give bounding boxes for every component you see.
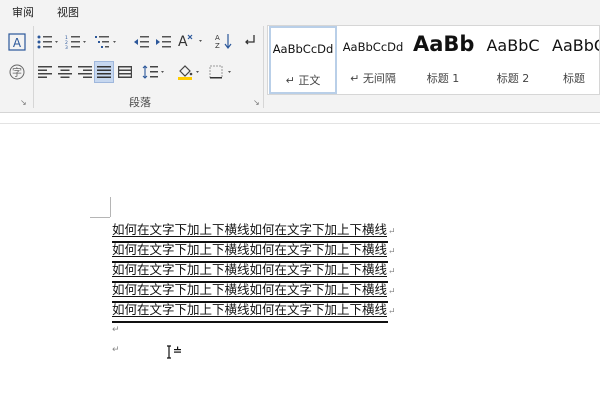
text-line-4[interactable]: 如何在文字下加上下横线如何在文字下加上下横线↵ bbox=[112, 279, 396, 303]
enclose-characters-button[interactable]: 字 bbox=[6, 62, 28, 82]
group-separator bbox=[263, 26, 264, 108]
chinese-layout-icon: A bbox=[178, 34, 202, 49]
multilevel-list-button[interactable] bbox=[93, 32, 121, 52]
style-title[interactable]: AaBbC 标题 bbox=[549, 26, 600, 94]
empty-paragraph-mark: ↵ bbox=[112, 325, 120, 335]
justify-icon bbox=[97, 66, 111, 78]
multilevel-list-icon bbox=[95, 36, 116, 48]
enclose-characters-icon: 字 bbox=[9, 64, 25, 80]
style-heading-1[interactable]: AaBb 标题 1 bbox=[409, 26, 477, 94]
text-line-1[interactable]: 如何在文字下加上下横线如何在文字下加上下横线↵ bbox=[112, 219, 396, 243]
increase-indent-button[interactable] bbox=[153, 32, 173, 52]
sort-button[interactable]: AZ bbox=[213, 31, 235, 51]
style-name: 标题 2 bbox=[496, 72, 530, 85]
paragraph-mark: ↵ bbox=[388, 267, 396, 277]
align-center-button[interactable] bbox=[56, 62, 74, 82]
borders-icon bbox=[209, 65, 231, 79]
style-preview: AaBbC bbox=[486, 36, 540, 55]
show-formatting-marks-button[interactable] bbox=[240, 31, 260, 51]
line-spacing-button[interactable] bbox=[141, 62, 169, 82]
style-heading-2[interactable]: AaBbC 标题 2 bbox=[479, 26, 547, 94]
style-preview: AaBb bbox=[413, 32, 475, 56]
svg-text:Z: Z bbox=[215, 42, 220, 49]
style-preview: AaBbC bbox=[552, 36, 600, 55]
line-spacing-icon bbox=[142, 65, 164, 79]
group-separator bbox=[33, 26, 34, 108]
paragraph-mark: ↵ bbox=[388, 227, 396, 237]
style-name: ↵ 正文 bbox=[285, 74, 321, 87]
align-left-button[interactable] bbox=[36, 62, 54, 82]
svg-text:3: 3 bbox=[65, 45, 68, 49]
text-line-3[interactable]: 如何在文字下加上下横线如何在文字下加上下横线↵ bbox=[112, 259, 396, 283]
align-right-icon bbox=[78, 66, 92, 78]
svg-text:A: A bbox=[13, 36, 22, 50]
paragraph-mark: ↵ bbox=[388, 287, 396, 297]
paragraph-mark: ↵ bbox=[388, 247, 396, 257]
svg-text:A: A bbox=[215, 34, 220, 42]
bullets-button[interactable] bbox=[36, 32, 62, 52]
ribbon: A 字 123 A AZ 段落 ↘ ↘ AaBbCcDd ↵ 正文 AaBbCc… bbox=[0, 22, 600, 113]
shading-button[interactable] bbox=[176, 62, 204, 82]
document-page[interactable]: 如何在文字下加上下横线如何在文字下加上下横线↵ 如何在文字下加上下横线如何在文字… bbox=[0, 113, 600, 393]
bullet-list-icon bbox=[37, 35, 58, 49]
text-line-5[interactable]: 如何在文字下加上下横线如何在文字下加上下横线↵ bbox=[112, 299, 396, 323]
style-preview: AaBbCcDd bbox=[272, 42, 334, 56]
decrease-indent-icon bbox=[134, 36, 149, 48]
align-right-button[interactable] bbox=[76, 62, 94, 82]
justify-button[interactable] bbox=[94, 61, 114, 83]
tab-review[interactable]: 审阅 bbox=[12, 4, 34, 20]
paragraph-mark: ↵ bbox=[388, 307, 396, 317]
chinese-layout-button[interactable]: A bbox=[176, 31, 206, 51]
style-name: 标题 bbox=[563, 72, 585, 85]
character-border-button[interactable]: A bbox=[6, 32, 28, 52]
paint-bucket-icon bbox=[178, 65, 199, 80]
align-left-icon bbox=[38, 66, 52, 78]
ruler-line bbox=[0, 123, 600, 124]
ribbon-tab-bar: 审阅 视图 bbox=[0, 0, 600, 22]
distributed-button[interactable] bbox=[116, 62, 134, 82]
style-name: 标题 1 bbox=[426, 72, 460, 85]
paragraph-dialog-launcher[interactable]: ↘ bbox=[253, 98, 260, 107]
margin-corner-mark bbox=[90, 217, 110, 218]
style-name: ↵ 无间隔 bbox=[350, 72, 396, 85]
align-center-icon bbox=[58, 66, 72, 78]
svg-text:A: A bbox=[178, 34, 188, 49]
i-beam-cursor-icon bbox=[165, 345, 185, 365]
character-border-icon: A bbox=[8, 33, 26, 51]
paragraph-mark-icon bbox=[245, 35, 255, 45]
decrease-indent-button[interactable] bbox=[131, 32, 151, 52]
style-no-spacing[interactable]: AaBbCcDd ↵ 无间隔 bbox=[339, 26, 407, 94]
text-line-2[interactable]: 如何在文字下加上下横线如何在文字下加上下横线↵ bbox=[112, 239, 396, 263]
styles-gallery: AaBbCcDd ↵ 正文 AaBbCcDd ↵ 无间隔 AaBb 标题 1 A… bbox=[267, 25, 600, 95]
sort-icon: AZ bbox=[215, 34, 232, 49]
font-dialog-launcher[interactable]: ↘ bbox=[20, 98, 27, 107]
numbering-button[interactable]: 123 bbox=[64, 32, 90, 52]
paragraph-group-label: 段落 bbox=[129, 96, 151, 109]
borders-button[interactable] bbox=[208, 62, 238, 82]
increase-indent-icon bbox=[156, 36, 171, 48]
empty-paragraph-mark: ↵ bbox=[112, 345, 120, 355]
style-preview: AaBbCcDd bbox=[342, 40, 404, 54]
numbered-list-icon: 123 bbox=[65, 35, 86, 49]
style-normal[interactable]: AaBbCcDd ↵ 正文 bbox=[269, 26, 337, 94]
distributed-icon bbox=[118, 66, 132, 78]
svg-text:字: 字 bbox=[12, 66, 22, 79]
margin-corner-mark bbox=[110, 197, 111, 217]
tab-view[interactable]: 视图 bbox=[57, 4, 79, 20]
